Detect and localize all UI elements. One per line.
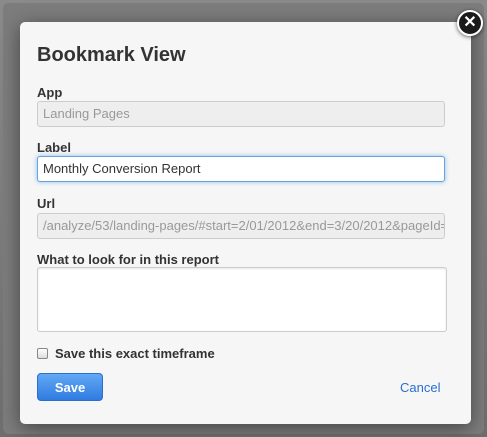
timeframe-row[interactable]: Save this exact timeframe (37, 346, 215, 361)
save-button[interactable]: Save (37, 373, 103, 401)
label-field[interactable]: Monthly Conversion Report (37, 156, 445, 182)
timeframe-checkbox[interactable] (37, 348, 48, 359)
dialog-title: Bookmark View (37, 44, 186, 66)
close-icon[interactable]: ✕ (457, 10, 483, 36)
timeframe-label[interactable]: Save this exact timeframe (55, 346, 215, 361)
cancel-link[interactable]: Cancel (400, 380, 440, 395)
app-label: App (37, 85, 63, 100)
url-label: Url (37, 196, 56, 211)
label-label: Label (37, 140, 71, 155)
notes-textarea[interactable] (37, 267, 447, 332)
url-field: /analyze/53/landing-pages/#start=2/01/20… (37, 213, 445, 239)
bookmark-dialog: Bookmark View App Landing Pages Label Mo… (20, 22, 471, 424)
notes-label: What to look for in this report (37, 252, 219, 267)
app-field: Landing Pages (37, 101, 445, 127)
